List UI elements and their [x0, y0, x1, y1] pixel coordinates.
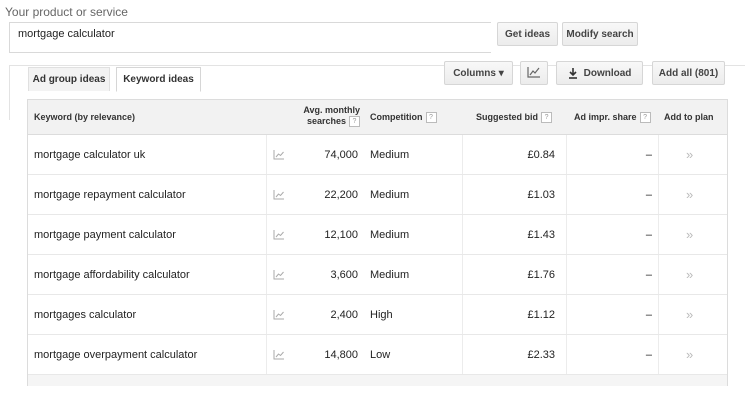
- keyword-cell[interactable]: mortgage calculator uk: [34, 135, 145, 174]
- ad-impr-share-cell: –: [645, 268, 652, 281]
- chart-toggle-button[interactable]: [520, 61, 548, 85]
- line-chart-icon: [527, 66, 541, 81]
- competition-cell: Medium: [370, 148, 410, 161]
- keyword-cell[interactable]: mortgage affordability calculator: [34, 255, 190, 294]
- table-footer: [28, 375, 727, 386]
- avg-monthly-searches-cell: 74,000: [324, 148, 358, 161]
- header-keyword[interactable]: Keyword (by relevance): [34, 112, 135, 123]
- table-row: mortgage affordability calculator 3,600 Me…: [28, 255, 727, 295]
- avg-monthly-searches-cell: 22,200: [324, 188, 358, 201]
- header-avg-monthly-searches[interactable]: Avg. monthly searches?: [286, 105, 360, 128]
- help-icon[interactable]: ?: [349, 116, 360, 128]
- ad-impr-share-cell: –: [645, 228, 652, 241]
- keyword-cell[interactable]: mortgage payment calculator: [34, 215, 176, 254]
- download-icon: [568, 67, 578, 79]
- suggested-bid-cell: £0.84: [527, 148, 555, 161]
- avg-monthly-searches-cell: 2,400: [330, 308, 358, 321]
- competition-cell: Medium: [370, 268, 410, 281]
- help-icon[interactable]: ?: [425, 112, 437, 124]
- panel-border-left: [9, 65, 10, 120]
- trend-chart-icon[interactable]: [273, 335, 285, 374]
- modify-search-button[interactable]: Modify search: [562, 22, 638, 46]
- keyword-ideas-table: Keyword (by relevance) Avg. monthly sear…: [27, 99, 728, 386]
- header-add-to-plan: Add to plan: [664, 112, 714, 122]
- tab-keyword-ideas[interactable]: Keyword ideas: [116, 67, 201, 92]
- download-button[interactable]: Download: [556, 61, 643, 85]
- trend-chart-icon[interactable]: [273, 215, 285, 254]
- product-or-service-label: Your product or service: [5, 5, 128, 19]
- header-bid-label: Suggested bid: [476, 112, 539, 122]
- suggested-bid-cell: £1.03: [527, 188, 555, 201]
- download-label: Download: [583, 67, 632, 79]
- add-to-plan-button[interactable]: »: [686, 295, 693, 334]
- trend-chart-icon[interactable]: [273, 135, 285, 174]
- competition-cell: Medium: [370, 188, 410, 201]
- tab-ad-group-ideas[interactable]: Ad group ideas: [28, 67, 110, 91]
- add-to-plan-button[interactable]: »: [686, 215, 693, 254]
- suggested-bid-cell: £1.12: [527, 308, 555, 321]
- table-header: Keyword (by relevance) Avg. monthly sear…: [28, 100, 727, 135]
- ad-impr-share-cell: –: [645, 188, 652, 201]
- ad-impr-share-cell: –: [645, 308, 652, 321]
- avg-monthly-searches-cell: 3,600: [330, 268, 358, 281]
- header-impr-label: Ad impr. share: [574, 112, 637, 122]
- keyword-cell[interactable]: mortgage overpayment calculator: [34, 335, 197, 374]
- get-ideas-button[interactable]: Get ideas: [497, 22, 558, 46]
- suggested-bid-cell: £1.43: [527, 228, 555, 241]
- suggested-bid-cell: £2.33: [527, 348, 555, 361]
- add-to-plan-button[interactable]: »: [686, 255, 693, 294]
- ad-impr-share-cell: –: [645, 148, 652, 161]
- header-suggested-bid[interactable]: Suggested bid?: [476, 112, 553, 124]
- add-all-button[interactable]: Add all (801): [652, 61, 725, 85]
- header-ad-impr-share[interactable]: Ad impr. share?: [574, 112, 651, 124]
- competition-cell: Medium: [370, 228, 410, 241]
- table-row: mortgage repayment calculator 22,200 Mediu…: [28, 175, 727, 215]
- avg-monthly-searches-cell: 12,100: [324, 228, 358, 241]
- header-competition[interactable]: Competition?: [370, 112, 437, 124]
- search-input[interactable]: mortgage calculator: [9, 22, 491, 53]
- header-searches-line1: Avg. monthly: [303, 105, 360, 115]
- suggested-bid-cell: £1.76: [527, 268, 555, 281]
- trend-chart-icon[interactable]: [273, 295, 285, 334]
- table-row: mortgage payment calculator 12,100 Medium £…: [28, 215, 727, 255]
- keyword-cell[interactable]: mortgage repayment calculator: [34, 175, 186, 214]
- keyword-cell[interactable]: mortgages calculator: [34, 295, 136, 334]
- header-searches-line2: searches: [306, 116, 346, 126]
- add-to-plan-button[interactable]: »: [686, 175, 693, 214]
- table-row: mortgage overpayment calculator 14,800 Low…: [28, 335, 727, 375]
- trend-chart-icon[interactable]: [273, 175, 285, 214]
- table-row: mortgages calculator 2,400 High £1.12 – »: [28, 295, 727, 335]
- add-to-plan-button[interactable]: »: [686, 135, 693, 174]
- header-competition-label: Competition: [370, 112, 423, 122]
- columns-dropdown-button[interactable]: Columns ▾: [444, 61, 513, 85]
- table-row: mortgage calculator uk 74,000 Medium £0.84 –…: [28, 135, 727, 175]
- competition-cell: Low: [370, 348, 391, 361]
- search-input-value[interactable]: mortgage calculator: [18, 28, 115, 40]
- competition-cell: High: [370, 308, 393, 321]
- help-icon[interactable]: ?: [639, 112, 651, 124]
- ad-impr-share-cell: –: [645, 348, 652, 361]
- add-to-plan-button[interactable]: »: [686, 335, 693, 374]
- help-icon[interactable]: ?: [541, 112, 553, 124]
- avg-monthly-searches-cell: 14,800: [324, 348, 358, 361]
- trend-chart-icon[interactable]: [273, 255, 285, 294]
